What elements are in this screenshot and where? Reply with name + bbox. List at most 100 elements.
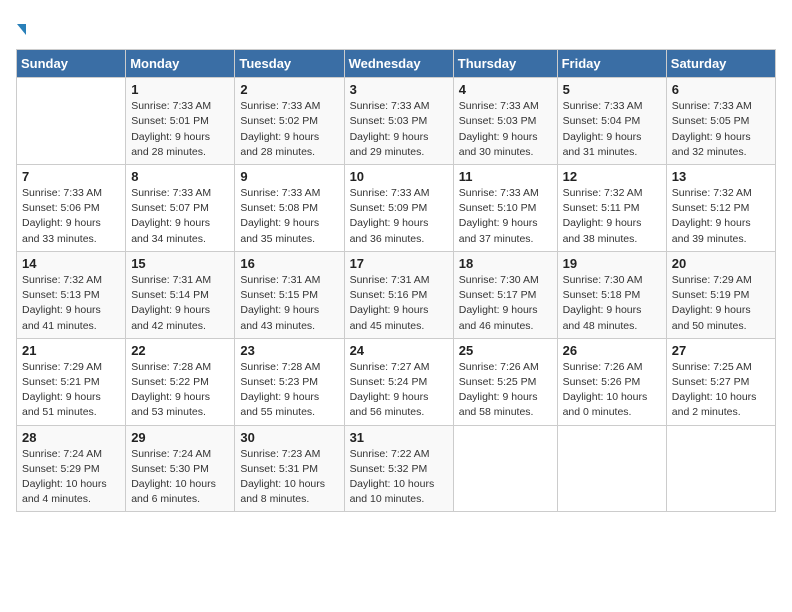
cell-info: Sunrise: 7:33 AM Sunset: 5:03 PM Dayligh… (459, 99, 552, 160)
day-number: 19 (563, 256, 661, 271)
calendar-cell: 8 Sunrise: 7:33 AM Sunset: 5:07 PM Daylig… (126, 164, 235, 251)
calendar-cell: 30Sunrise: 7:23 AM Sunset: 5:31 PM Dayli… (235, 425, 344, 512)
logo-arrow-icon (17, 24, 26, 35)
day-number: 12 (563, 169, 661, 184)
day-number: 7 (22, 169, 120, 184)
cell-info: Sunrise: 7:28 AM Sunset: 5:22 PM Dayligh… (131, 360, 229, 421)
header-cell-tuesday: Tuesday (235, 50, 344, 78)
week-row-1: 1 Sunrise: 7:33 AM Sunset: 5:01 PM Daylig… (17, 78, 776, 165)
day-number: 16 (240, 256, 338, 271)
calendar-cell: 5 Sunrise: 7:33 AM Sunset: 5:04 PM Daylig… (557, 78, 666, 165)
calendar-cell: 2 Sunrise: 7:33 AM Sunset: 5:02 PM Daylig… (235, 78, 344, 165)
day-number: 9 (240, 169, 338, 184)
calendar-cell: 9Sunrise: 7:33 AM Sunset: 5:08 PM Daylig… (235, 164, 344, 251)
header-row: SundayMondayTuesdayWednesdayThursdayFrid… (17, 50, 776, 78)
day-number: 8 (131, 169, 229, 184)
cell-info: Sunrise: 7:24 AM Sunset: 5:29 PM Dayligh… (22, 447, 120, 508)
calendar-cell (453, 425, 557, 512)
cell-info: Sunrise: 7:31 AM Sunset: 5:15 PM Dayligh… (240, 273, 338, 334)
calendar-cell: 22Sunrise: 7:28 AM Sunset: 5:22 PM Dayli… (126, 338, 235, 425)
calendar-cell: 4 Sunrise: 7:33 AM Sunset: 5:03 PM Daylig… (453, 78, 557, 165)
calendar-cell: 21 Sunrise: 7:29 AM Sunset: 5:21 PM Dayli… (17, 338, 126, 425)
cell-info: Sunrise: 7:33 AM Sunset: 5:05 PM Dayligh… (672, 99, 770, 160)
calendar-cell: 27 Sunrise: 7:25 AM Sunset: 5:27 PM Dayli… (666, 338, 775, 425)
calendar-cell: 20 Sunrise: 7:29 AM Sunset: 5:19 PM Dayli… (666, 251, 775, 338)
header-cell-thursday: Thursday (453, 50, 557, 78)
day-number: 17 (350, 256, 448, 271)
day-number: 27 (672, 343, 770, 358)
week-row-5: 28 Sunrise: 7:24 AM Sunset: 5:29 PM Dayli… (17, 425, 776, 512)
cell-info: Sunrise: 7:29 AM Sunset: 5:19 PM Dayligh… (672, 273, 770, 334)
day-number: 3 (350, 82, 448, 97)
calendar-cell: 26 Sunrise: 7:26 AM Sunset: 5:26 PM Dayli… (557, 338, 666, 425)
header-cell-saturday: Saturday (666, 50, 775, 78)
cell-info: Sunrise: 7:31 AM Sunset: 5:16 PM Dayligh… (350, 273, 448, 334)
cell-info: Sunrise: 7:33 AM Sunset: 5:04 PM Dayligh… (563, 99, 661, 160)
calendar-cell (666, 425, 775, 512)
page-header (16, 16, 776, 39)
calendar-cell (557, 425, 666, 512)
cell-info: Sunrise: 7:32 AM Sunset: 5:11 PM Dayligh… (563, 186, 661, 247)
cell-info: Sunrise: 7:33 AM Sunset: 5:10 PM Dayligh… (459, 186, 552, 247)
calendar-cell: 23Sunrise: 7:28 AM Sunset: 5:23 PM Dayli… (235, 338, 344, 425)
day-number: 20 (672, 256, 770, 271)
cell-info: Sunrise: 7:25 AM Sunset: 5:27 PM Dayligh… (672, 360, 770, 421)
cell-info: Sunrise: 7:26 AM Sunset: 5:26 PM Dayligh… (563, 360, 661, 421)
week-row-4: 21 Sunrise: 7:29 AM Sunset: 5:21 PM Dayli… (17, 338, 776, 425)
cell-info: Sunrise: 7:23 AM Sunset: 5:31 PM Dayligh… (240, 447, 338, 508)
day-number: 2 (240, 82, 338, 97)
header-cell-friday: Friday (557, 50, 666, 78)
calendar-cell: 13 Sunrise: 7:32 AM Sunset: 5:12 PM Dayli… (666, 164, 775, 251)
cell-info: Sunrise: 7:32 AM Sunset: 5:13 PM Dayligh… (22, 273, 120, 334)
calendar-cell (17, 78, 126, 165)
cell-info: Sunrise: 7:29 AM Sunset: 5:21 PM Dayligh… (22, 360, 120, 421)
day-number: 23 (240, 343, 338, 358)
cell-info: Sunrise: 7:33 AM Sunset: 5:02 PM Dayligh… (240, 99, 338, 160)
cell-info: Sunrise: 7:30 AM Sunset: 5:17 PM Dayligh… (459, 273, 552, 334)
header-cell-sunday: Sunday (17, 50, 126, 78)
day-number: 26 (563, 343, 661, 358)
calendar-cell: 14 Sunrise: 7:32 AM Sunset: 5:13 PM Dayli… (17, 251, 126, 338)
day-number: 24 (350, 343, 448, 358)
calendar-cell: 18 Sunrise: 7:30 AM Sunset: 5:17 PM Dayli… (453, 251, 557, 338)
calendar-cell: 6 Sunrise: 7:33 AM Sunset: 5:05 PM Daylig… (666, 78, 775, 165)
cell-info: Sunrise: 7:32 AM Sunset: 5:12 PM Dayligh… (672, 186, 770, 247)
cell-info: Sunrise: 7:33 AM Sunset: 5:03 PM Dayligh… (350, 99, 448, 160)
day-number: 14 (22, 256, 120, 271)
day-number: 13 (672, 169, 770, 184)
calendar-cell: 10Sunrise: 7:33 AM Sunset: 5:09 PM Dayli… (344, 164, 453, 251)
cell-info: Sunrise: 7:30 AM Sunset: 5:18 PM Dayligh… (563, 273, 661, 334)
day-number: 21 (22, 343, 120, 358)
calendar-cell: 25Sunrise: 7:26 AM Sunset: 5:25 PM Dayli… (453, 338, 557, 425)
day-number: 11 (459, 169, 552, 184)
calendar-cell: 24 Sunrise: 7:27 AM Sunset: 5:24 PM Dayli… (344, 338, 453, 425)
cell-info: Sunrise: 7:24 AM Sunset: 5:30 PM Dayligh… (131, 447, 229, 508)
day-number: 28 (22, 430, 120, 445)
day-number: 18 (459, 256, 552, 271)
logo (16, 16, 26, 39)
cell-info: Sunrise: 7:33 AM Sunset: 5:01 PM Dayligh… (131, 99, 229, 160)
cell-info: Sunrise: 7:31 AM Sunset: 5:14 PM Dayligh… (131, 273, 229, 334)
header-cell-monday: Monday (126, 50, 235, 78)
day-number: 5 (563, 82, 661, 97)
day-number: 10 (350, 169, 448, 184)
calendar-cell: 16 Sunrise: 7:31 AM Sunset: 5:15 PM Dayli… (235, 251, 344, 338)
cell-info: Sunrise: 7:33 AM Sunset: 5:07 PM Dayligh… (131, 186, 229, 247)
calendar-cell: 17 Sunrise: 7:31 AM Sunset: 5:16 PM Dayli… (344, 251, 453, 338)
day-number: 6 (672, 82, 770, 97)
week-row-2: 7 Sunrise: 7:33 AM Sunset: 5:06 PM Daylig… (17, 164, 776, 251)
calendar-cell: 29 Sunrise: 7:24 AM Sunset: 5:30 PM Dayli… (126, 425, 235, 512)
cell-info: Sunrise: 7:26 AM Sunset: 5:25 PM Dayligh… (459, 360, 552, 421)
day-number: 29 (131, 430, 229, 445)
calendar-cell: 7 Sunrise: 7:33 AM Sunset: 5:06 PM Daylig… (17, 164, 126, 251)
calendar-cell: 19 Sunrise: 7:30 AM Sunset: 5:18 PM Dayli… (557, 251, 666, 338)
calendar-cell: 28 Sunrise: 7:24 AM Sunset: 5:29 PM Dayli… (17, 425, 126, 512)
calendar-cell: 11 Sunrise: 7:33 AM Sunset: 5:10 PM Dayli… (453, 164, 557, 251)
header-cell-wednesday: Wednesday (344, 50, 453, 78)
day-number: 1 (131, 82, 229, 97)
cell-info: Sunrise: 7:27 AM Sunset: 5:24 PM Dayligh… (350, 360, 448, 421)
day-number: 4 (459, 82, 552, 97)
calendar-cell: 15 Sunrise: 7:31 AM Sunset: 5:14 PM Dayli… (126, 251, 235, 338)
day-number: 15 (131, 256, 229, 271)
cell-info: Sunrise: 7:33 AM Sunset: 5:06 PM Dayligh… (22, 186, 120, 247)
